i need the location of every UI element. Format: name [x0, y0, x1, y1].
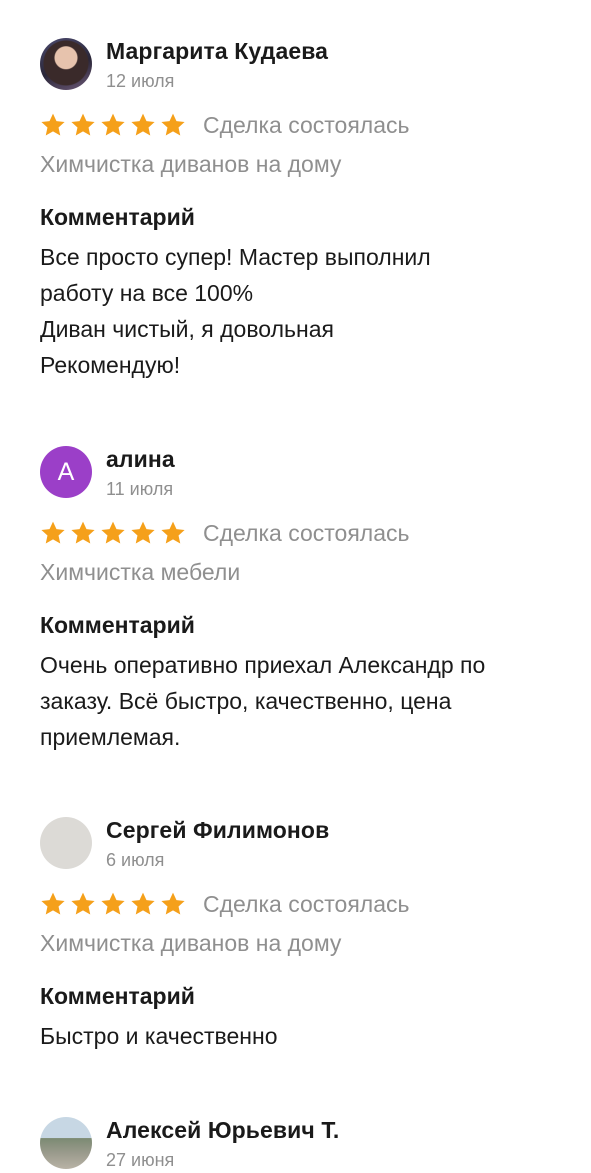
star-icon — [101, 521, 125, 544]
avatar[interactable] — [40, 817, 92, 869]
rating-row: Сделка состоялась — [40, 887, 560, 921]
star-icon — [131, 113, 155, 136]
star-icon — [41, 113, 65, 136]
review-card: А алина 11 июля Сделка состоялась Химчис… — [40, 446, 560, 755]
service-name: Химчистка диванов на дому — [40, 930, 342, 956]
comment-heading: Комментарий — [40, 612, 195, 638]
star-rating — [40, 891, 190, 917]
rating-row: Сделка состоялась — [40, 516, 560, 550]
star-icon — [71, 113, 95, 136]
star-icon — [71, 892, 95, 915]
star-icon — [101, 892, 125, 915]
service-name: Химчистка мебели — [40, 559, 241, 585]
review-header: А алина 11 июля — [40, 446, 560, 502]
star-icon — [101, 113, 125, 136]
star-icon — [161, 521, 185, 544]
star-icon — [41, 521, 65, 544]
star-icon — [161, 113, 185, 136]
review-header: Алексей Юрьевич Т. 27 июня — [40, 1117, 560, 1173]
review-date: 6 июля — [106, 850, 165, 870]
author-name[interactable]: Сергей Филимонов — [106, 817, 329, 844]
review-header: Сергей Филимонов 6 июля — [40, 817, 560, 873]
service-name: Химчистка диванов на дому — [40, 151, 342, 177]
deal-status: Сделка состоялась — [203, 890, 410, 917]
review-date: 12 июля — [106, 71, 175, 91]
comment-text: Очень оперативно приехал Александр по за… — [40, 652, 486, 750]
comment-text: Все просто супер! Мастер выполнил работу… — [40, 244, 431, 378]
star-icon — [131, 521, 155, 544]
review-card: Сергей Филимонов 6 июля Сделка состоялас… — [40, 817, 560, 1054]
author-name[interactable]: Маргарита Кудаева — [106, 38, 328, 65]
comment-heading: Комментарий — [40, 983, 195, 1009]
star-icon — [161, 892, 185, 915]
avatar[interactable]: А — [40, 446, 92, 498]
author-name[interactable]: Алексей Юрьевич Т. — [106, 1117, 339, 1144]
rating-row: Сделка состоялась — [40, 108, 560, 142]
author-name[interactable]: алина — [106, 446, 175, 473]
deal-status: Сделка состоялась — [203, 111, 410, 138]
deal-status: Сделка состоялась — [203, 519, 410, 546]
review-card: Маргарита Кудаева 12 июля Сделка состоял… — [40, 38, 560, 383]
avatar[interactable] — [40, 38, 92, 90]
comment-text: Быстро и качественно — [40, 1023, 278, 1049]
avatar[interactable] — [40, 1117, 92, 1169]
star-icon — [71, 521, 95, 544]
comment-heading: Комментарий — [40, 204, 195, 230]
review-date: 11 июля — [106, 479, 174, 499]
review-header: Маргарита Кудаева 12 июля — [40, 38, 560, 94]
star-rating — [40, 112, 190, 138]
star-rating — [40, 520, 190, 546]
star-icon — [131, 892, 155, 915]
review-card: Алексей Юрьевич Т. 27 июня — [40, 1117, 560, 1173]
star-icon — [41, 892, 65, 915]
